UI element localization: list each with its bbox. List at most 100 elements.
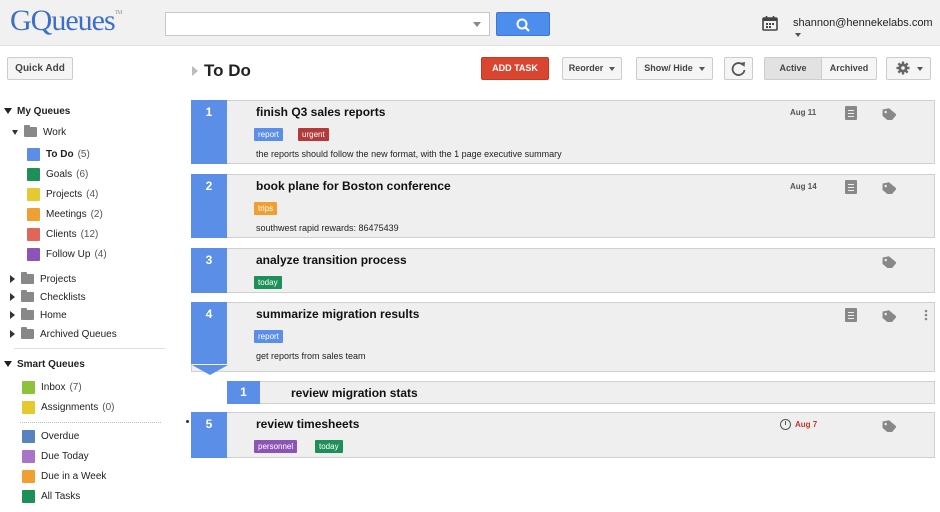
refresh-button[interactable] xyxy=(724,57,753,80)
chevron-down-icon xyxy=(698,66,705,71)
search-input[interactable] xyxy=(165,12,490,36)
folder-icon xyxy=(21,272,34,285)
page-title: To Do xyxy=(204,61,251,80)
calendar-icon[interactable] xyxy=(762,15,778,31)
task-note: the reports should follow the new format… xyxy=(256,149,562,159)
due-date: Aug 14 xyxy=(790,182,817,191)
quick-add-button[interactable]: Quick Add xyxy=(7,57,73,80)
expand-icon xyxy=(4,108,12,115)
queue-label: Due in a Week xyxy=(41,471,107,483)
due-date: Aug 11 xyxy=(790,108,817,117)
refresh-icon xyxy=(731,62,746,76)
tag-icon[interactable] xyxy=(880,255,897,271)
show-hide-button[interactable]: Show/ Hide xyxy=(636,57,713,80)
sidebar-queue-item[interactable]: Goals (6) xyxy=(27,168,88,181)
task-number[interactable]: 4 xyxy=(191,302,227,364)
folder-checklists[interactable]: Checklists xyxy=(10,290,86,303)
task-row[interactable]: 1 finish Q3 sales reports Aug 11 report urge… xyxy=(191,100,935,164)
drag-bullet xyxy=(186,420,189,423)
task-tag[interactable]: trips xyxy=(254,202,278,215)
sidebar-queue-item[interactable]: Clients (12) xyxy=(27,228,98,241)
more-options-icon[interactable] xyxy=(924,309,928,321)
task-number[interactable]: 3 xyxy=(191,248,227,293)
subtask-number[interactable]: 1 xyxy=(227,381,260,404)
tag-icon[interactable] xyxy=(880,181,897,197)
add-task-button[interactable]: ADD TASK xyxy=(481,57,549,80)
archived-toggle[interactable]: Archived xyxy=(821,57,877,80)
task-tag[interactable]: urgent xyxy=(298,128,329,141)
sidebar-queue-item[interactable]: Projects (4) xyxy=(27,188,98,201)
task-row[interactable]: 4 summarize migration results report get re… xyxy=(191,302,935,375)
folder-work[interactable]: Work xyxy=(12,125,66,138)
task-title[interactable]: finish Q3 sales reports xyxy=(256,105,385,119)
reorder-button[interactable]: Reorder xyxy=(562,57,622,80)
queue-label: Assignments xyxy=(41,402,99,414)
active-toggle[interactable]: Active xyxy=(764,57,822,80)
queue-count: (12) xyxy=(80,229,99,241)
task-tag[interactable]: report xyxy=(254,330,283,343)
smart-queue-item[interactable]: Inbox (7) xyxy=(22,381,82,394)
queue-color-swatch xyxy=(27,148,40,161)
task-number[interactable]: 2 xyxy=(191,174,227,238)
subtask-title[interactable]: review migration stats xyxy=(291,386,418,400)
task-tag[interactable]: report xyxy=(254,128,283,141)
sidebar-queue-item[interactable]: To Do (5) xyxy=(27,148,90,161)
queue-label: Due Today xyxy=(41,451,89,463)
my-queues-header[interactable]: My Queues xyxy=(4,106,70,117)
queue-count: (2) xyxy=(90,209,103,221)
tag-icon[interactable] xyxy=(880,419,897,435)
task-number[interactable]: 5 xyxy=(191,412,227,458)
smart-queues-header[interactable]: Smart Queues xyxy=(4,359,85,370)
collapse-icon xyxy=(10,293,15,302)
folder-icon xyxy=(24,125,37,138)
chevron-down-icon[interactable] xyxy=(473,22,481,27)
task-row[interactable]: 2 book plane for Boston conference Aug 14 t… xyxy=(191,174,935,238)
subtask-arrow-icon xyxy=(192,365,228,375)
task-tag[interactable]: personnel xyxy=(254,440,298,453)
task-tag[interactable]: today xyxy=(254,276,282,289)
search-icon xyxy=(516,18,530,32)
queue-label: Projects xyxy=(46,189,83,201)
smart-queue-item[interactable]: Due Today xyxy=(22,450,89,463)
note-icon[interactable] xyxy=(845,308,857,322)
task-title[interactable]: book plane for Boston conference xyxy=(256,179,451,193)
subtask-row[interactable]: 1 review migration stats xyxy=(227,381,935,404)
folder-projects[interactable]: Projects xyxy=(10,272,76,285)
alarm-icon[interactable] xyxy=(780,419,791,430)
settings-button[interactable] xyxy=(886,57,931,80)
folder-icon xyxy=(21,327,34,340)
task-number[interactable]: 1 xyxy=(191,100,227,164)
folder-archived-queues[interactable]: Archived Queues xyxy=(10,327,117,340)
collapse-icon xyxy=(10,311,15,320)
tag-icon[interactable] xyxy=(880,107,897,123)
task-title[interactable]: analyze transition process xyxy=(256,253,407,267)
smart-queue-item[interactable]: Assignments (0) xyxy=(22,401,114,414)
folder-home[interactable]: Home xyxy=(10,308,67,321)
task-row[interactable]: 3 analyze transition process today xyxy=(191,248,935,293)
expand-icon xyxy=(12,129,18,135)
task-title[interactable]: review timesheets xyxy=(256,417,359,431)
task-row[interactable]: 5 review timesheets Aug 7 personnel today xyxy=(191,412,935,458)
gqueues-logo[interactable]: GQueuesTM xyxy=(10,4,123,38)
task-title[interactable]: summarize migration results xyxy=(256,307,419,321)
note-icon[interactable] xyxy=(845,106,857,120)
sidebar-queue-item[interactable]: Meetings (2) xyxy=(27,208,103,221)
user-menu[interactable]: shannon@hennekelabs.com xyxy=(793,17,940,41)
queue-color-swatch xyxy=(27,168,40,181)
tag-icon[interactable] xyxy=(880,309,897,325)
search-button[interactable] xyxy=(496,12,550,36)
smart-queue-item[interactable]: Due in a Week xyxy=(22,470,106,483)
gear-icon xyxy=(896,61,909,75)
queue-label: Clients xyxy=(46,229,77,241)
queue-color-swatch xyxy=(22,430,35,443)
note-icon[interactable] xyxy=(845,180,857,194)
smart-queue-item[interactable]: Overdue xyxy=(22,430,79,443)
smart-queue-item[interactable]: All Tasks xyxy=(22,490,80,503)
sidebar-queue-item[interactable]: Follow Up (4) xyxy=(27,248,107,261)
task-tag[interactable]: today xyxy=(315,440,343,453)
due-date: Aug 7 xyxy=(795,420,818,429)
queue-label: Goals xyxy=(46,169,73,181)
collapse-arrow-icon[interactable] xyxy=(192,66,198,76)
queue-color-swatch xyxy=(27,208,40,221)
expand-icon xyxy=(4,361,12,368)
